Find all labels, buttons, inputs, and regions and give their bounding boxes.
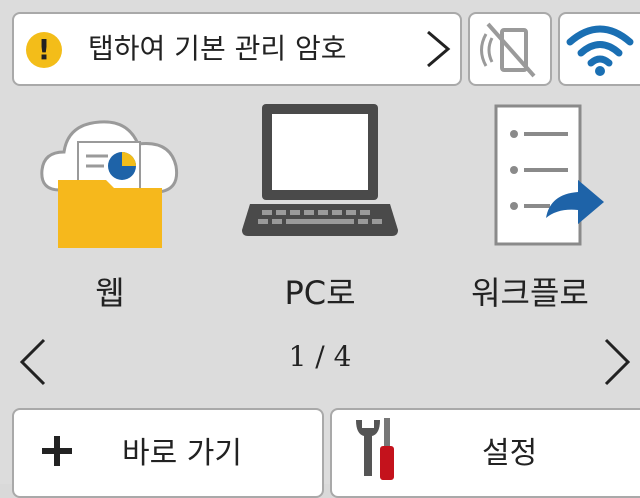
workflow-list-icon — [494, 104, 604, 246]
cloud-folder-icon — [40, 120, 179, 248]
chevron-left-icon[interactable] — [14, 336, 54, 388]
app-to-pc[interactable]: PC로 — [220, 100, 420, 326]
wifi-icon — [566, 25, 634, 76]
notice-text: 탭하여 기본 관리 암호 — [88, 32, 347, 65]
nfc-off-icon — [480, 22, 536, 78]
page-indicator: 1 / 4 — [288, 340, 352, 373]
laptop-icon — [242, 104, 398, 236]
shortcuts-button[interactable]: 바로 가기 — [12, 408, 324, 498]
warning-icon: ! — [26, 32, 62, 68]
screen: ! 탭하여 기본 관리 암호 웹 PC로 워크플로 1 / 4 바로 가기 설정 — [0, 0, 640, 498]
chevron-right-icon[interactable] — [596, 336, 636, 388]
shortcuts-label: 바로 가기 — [122, 436, 242, 471]
nfc-status-button[interactable] — [468, 12, 552, 86]
app-label-workflow: 워크플로 — [471, 274, 589, 312]
app-label-to-pc: PC로 — [284, 274, 356, 312]
chevron-right-icon — [427, 30, 451, 68]
app-label-web: 웹 — [95, 274, 125, 312]
wifi-status-button[interactable] — [558, 12, 640, 86]
settings-label: 설정 — [482, 436, 538, 471]
tools-icon — [356, 418, 394, 480]
settings-button[interactable]: 설정 — [330, 408, 640, 498]
app-workflow[interactable]: 워크플로 — [430, 100, 630, 326]
plus-icon — [42, 436, 72, 466]
app-web[interactable]: 웹 — [10, 100, 210, 326]
admin-password-notice-button[interactable]: ! 탭하여 기본 관리 암호 — [12, 12, 462, 86]
